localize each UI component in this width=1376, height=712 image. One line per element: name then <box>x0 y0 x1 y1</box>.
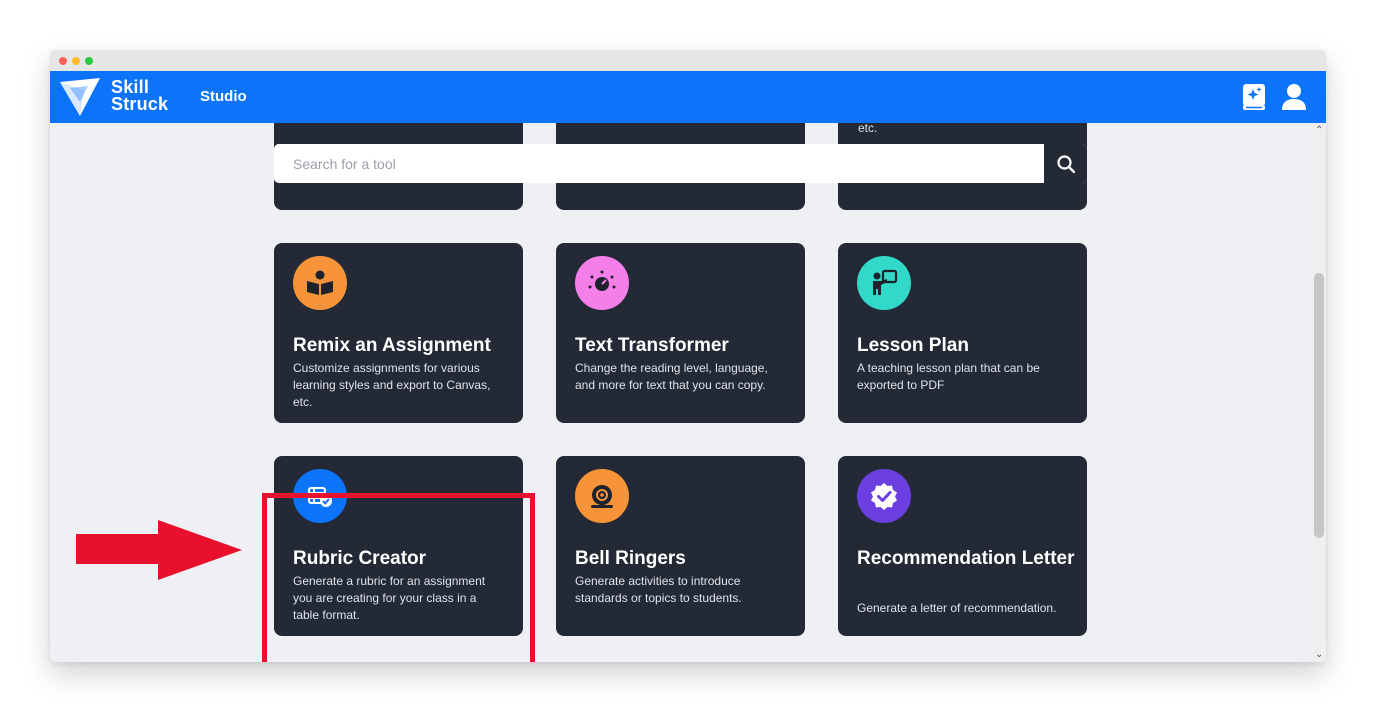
card-description: Generate a rubric for an assignment you … <box>293 574 486 622</box>
app-window: Skill Struck Studio Search for a tool et… <box>50 50 1326 662</box>
tool-card-text-transformer[interactable]: Text Transformer Change the reading leve… <box>556 243 805 423</box>
card-description: Change the reading level, language, and … <box>575 361 768 392</box>
card-title: Lesson Plan <box>857 335 969 356</box>
brand-line-2: Struck <box>111 94 169 114</box>
maximize-window-icon[interactable] <box>85 57 93 65</box>
tool-search <box>274 144 1087 183</box>
nav-studio[interactable]: Studio <box>200 88 247 105</box>
scroll-thumb[interactable] <box>1314 273 1324 538</box>
tool-card-remix-assignment[interactable]: Remix an Assignment Customize assignment… <box>274 243 523 423</box>
sparkle-dial-icon <box>575 256 629 310</box>
tool-grid-area: etc. Remix an Assignment Customize assig… <box>50 123 1312 662</box>
card-description: Generate a letter of recommendation. <box>857 601 1057 615</box>
card-description: Generate activities to introduce standar… <box>575 574 742 605</box>
app-header: Skill Struck Studio <box>50 71 1326 123</box>
search-button[interactable] <box>1044 144 1087 183</box>
annotation-arrow-icon <box>76 520 242 580</box>
card-description: A teaching lesson plan that can be expor… <box>857 361 1040 392</box>
rubric-table-icon <box>293 469 347 523</box>
bell-icon <box>575 469 629 523</box>
scroll-down-icon[interactable]: ⌄ <box>1315 649 1323 660</box>
scroll-up-icon[interactable]: ⌃ <box>1315 125 1323 136</box>
card-title: Text Transformer <box>575 335 729 356</box>
close-window-icon[interactable] <box>59 57 67 65</box>
tool-card-recommendation-letter[interactable]: Recommendation Letter Generate a letter … <box>838 456 1087 636</box>
badge-check-icon <box>857 469 911 523</box>
skillstruck-logo-icon[interactable] <box>58 76 102 118</box>
reading-person-icon <box>293 256 347 310</box>
minimize-window-icon[interactable] <box>72 57 80 65</box>
window-titlebar <box>50 50 1326 71</box>
card-title: Remix an Assignment <box>293 335 491 356</box>
brand-name[interactable]: Skill Struck <box>111 78 169 114</box>
card-description: Customize assignments for various learni… <box>293 361 491 409</box>
teacher-board-icon <box>857 256 911 310</box>
search-input[interactable] <box>274 144 1044 183</box>
user-icon[interactable] <box>1282 83 1306 111</box>
tool-card-lesson-plan[interactable]: Lesson Plan A teaching lesson plan that … <box>838 243 1087 423</box>
card-description: etc. <box>858 123 878 135</box>
vertical-scrollbar[interactable]: ⌃ ⌄ <box>1312 123 1326 662</box>
search-icon <box>1056 154 1075 173</box>
ai-book-icon[interactable] <box>1242 83 1266 111</box>
card-title: Recommendation Letter <box>857 548 1075 569</box>
tool-card-bell-ringers[interactable]: Bell Ringers Generate activities to intr… <box>556 456 805 636</box>
card-title: Rubric Creator <box>293 548 427 569</box>
tool-card-rubric-creator[interactable]: Rubric Creator Generate a rubric for an … <box>274 456 523 636</box>
card-title: Bell Ringers <box>575 548 686 569</box>
